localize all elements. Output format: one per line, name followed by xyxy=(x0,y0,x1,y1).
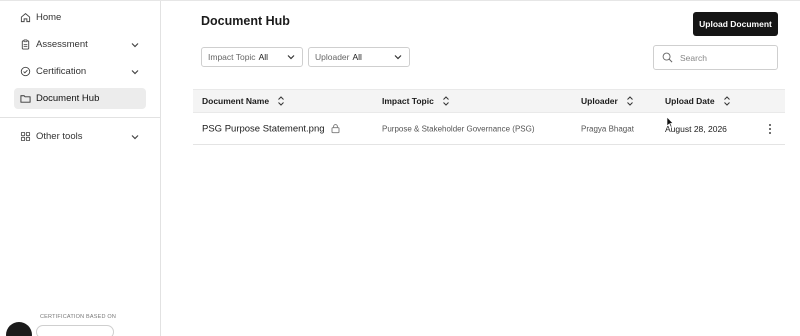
grid-icon xyxy=(20,131,31,142)
filter-label: Uploader xyxy=(315,52,350,62)
folder-icon xyxy=(20,93,31,104)
document-name: PSG Purpose Statement.png xyxy=(202,123,325,134)
sort-icon[interactable] xyxy=(277,96,285,106)
search-icon xyxy=(662,52,673,63)
filter-label: Impact Topic xyxy=(208,52,256,62)
chevron-down-icon xyxy=(286,52,296,62)
upload-document-button[interactable]: Upload Document xyxy=(693,12,778,36)
column-label: Impact Topic xyxy=(382,96,434,106)
search-placeholder: Search xyxy=(680,52,707,63)
column-header-impact-topic[interactable]: Impact Topic xyxy=(382,96,450,106)
uploader-filter[interactable]: Uploader All xyxy=(308,47,410,67)
column-header-uploader[interactable]: Uploader xyxy=(581,96,634,106)
sidebar-item-label: Other tools xyxy=(36,131,83,142)
search-input[interactable]: Search xyxy=(653,45,778,70)
documents-table: Document Name Impact Topic Uploader Uplo… xyxy=(193,89,785,145)
column-label: Upload Date xyxy=(665,96,715,106)
sort-icon[interactable] xyxy=(723,96,731,106)
sidebar-item-label: Certification xyxy=(36,66,87,77)
lock-icon xyxy=(331,124,340,134)
certification-pill[interactable] xyxy=(36,325,114,336)
page-title: Document Hub xyxy=(201,14,290,28)
home-icon xyxy=(20,12,31,23)
sidebar-item-other-tools[interactable]: Other tools xyxy=(14,126,146,147)
upload-date-cell: August 28, 2026 xyxy=(665,123,727,134)
certification-text: CERTIFICATION BASED ON xyxy=(40,314,117,320)
table-row[interactable]: PSG Purpose Statement.png Purpose & Stak… xyxy=(193,113,785,145)
column-label: Document Name xyxy=(202,96,270,106)
sidebar-item-label: Home xyxy=(36,12,62,23)
column-header-document-name[interactable]: Document Name xyxy=(202,96,285,106)
column-header-upload-date[interactable]: Upload Date xyxy=(665,96,731,106)
app-shell: Home Assessment Certification Document H… xyxy=(0,1,800,336)
table-header: Document Name Impact Topic Uploader Uplo… xyxy=(193,89,785,113)
mouse-cursor-icon xyxy=(666,115,674,128)
check-circle-icon xyxy=(20,66,31,77)
sort-icon[interactable] xyxy=(626,96,634,106)
certification-badge: CERTIFICATION BASED ON xyxy=(0,314,160,336)
main-content: Document Hub Upload Document Impact Topi… xyxy=(161,1,800,336)
document-name-cell[interactable]: PSG Purpose Statement.png xyxy=(202,123,340,134)
uploader-cell: Pragya Bhagat xyxy=(581,124,634,133)
more-options-icon[interactable] xyxy=(765,123,775,135)
chevron-down-icon[interactable] xyxy=(130,67,140,77)
sidebar-item-certification[interactable]: Certification xyxy=(14,61,146,82)
sidebar-item-document-hub[interactable]: Document Hub xyxy=(14,88,146,109)
sort-icon[interactable] xyxy=(442,96,450,106)
sidebar-item-home[interactable]: Home xyxy=(14,7,146,28)
impact-topic-filter[interactable]: Impact Topic All xyxy=(201,47,303,67)
sidebar-item-assessment[interactable]: Assessment xyxy=(14,34,146,55)
sidebar-divider xyxy=(0,117,160,118)
certification-logo xyxy=(6,322,32,336)
chevron-down-icon xyxy=(393,52,403,62)
sidebar-item-label: Document Hub xyxy=(36,93,100,104)
sidebar: Home Assessment Certification Document H… xyxy=(0,1,161,336)
chevron-down-icon[interactable] xyxy=(130,132,140,142)
impact-topic-cell: Purpose & Stakeholder Governance (PSG) xyxy=(382,124,535,133)
filter-value: All xyxy=(352,52,362,62)
chevron-down-icon[interactable] xyxy=(130,40,140,50)
clipboard-icon xyxy=(20,39,31,50)
filter-value: All xyxy=(258,52,269,62)
column-label: Uploader xyxy=(581,96,618,106)
sidebar-item-label: Assessment xyxy=(36,39,88,50)
